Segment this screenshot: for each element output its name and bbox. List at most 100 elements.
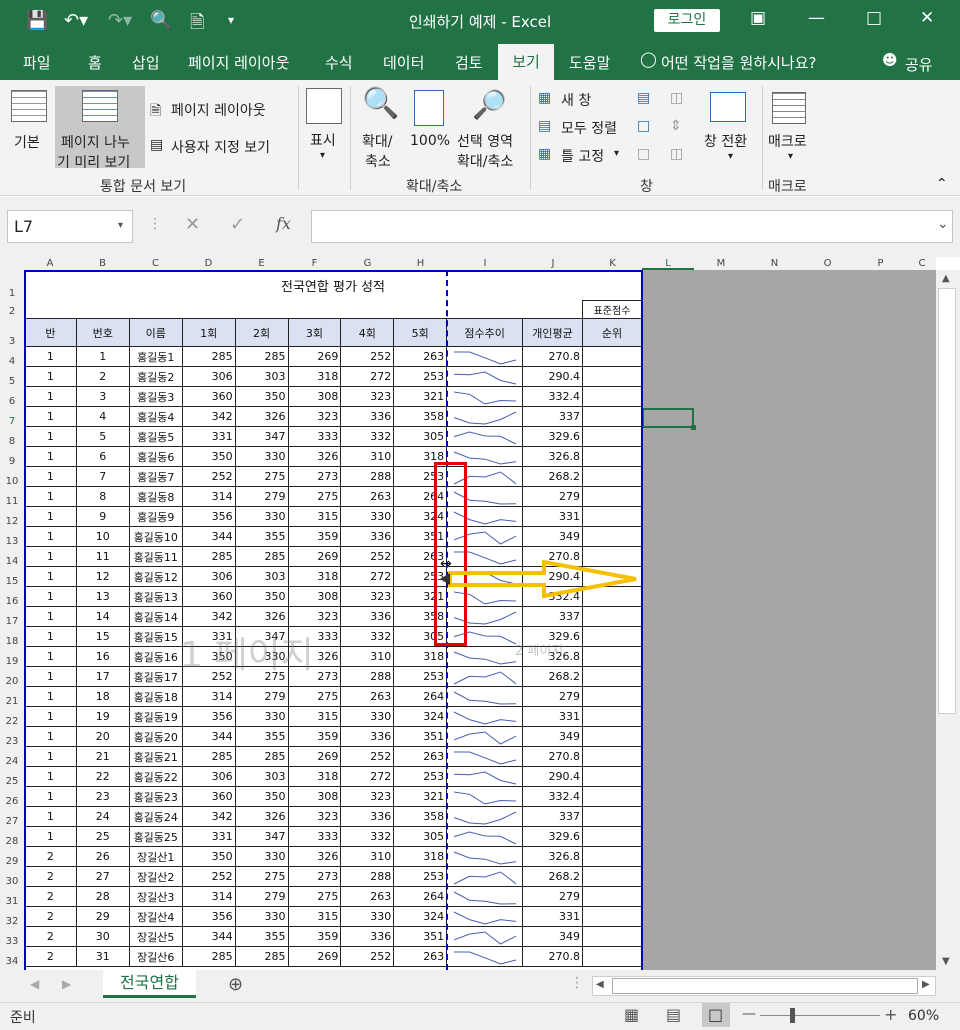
zoom-in-icon[interactable]: + bbox=[884, 1005, 897, 1024]
zoom-level[interactable]: 60% bbox=[908, 1008, 939, 1024]
expand-formula-icon[interactable]: ⌄ bbox=[937, 216, 949, 232]
column-header[interactable]: O bbox=[801, 257, 854, 270]
switch-windows-button[interactable]: 창 전환 bbox=[704, 131, 747, 151]
switch-windows-dropdown-icon[interactable]: ▾ bbox=[728, 151, 733, 162]
scroll-thumb[interactable] bbox=[938, 288, 956, 714]
macros-button[interactable]: 매크로 bbox=[768, 131, 807, 151]
row-header[interactable]: 24 bbox=[0, 748, 24, 768]
ribbon-display-icon[interactable]: ▣ bbox=[750, 8, 766, 28]
macros-dropdown-icon[interactable]: ▾ bbox=[788, 151, 793, 162]
arrange-all-button[interactable]: 모두 정렬 bbox=[561, 118, 617, 138]
row-header[interactable]: 26 bbox=[0, 788, 24, 808]
column-header[interactable]: A bbox=[24, 257, 76, 270]
splitter-icon[interactable]: ⋮ bbox=[570, 975, 584, 991]
tab-file[interactable]: 파일 bbox=[23, 52, 51, 73]
row-header[interactable]: 8 bbox=[0, 428, 24, 448]
column-header[interactable]: I bbox=[447, 257, 523, 270]
column-header[interactable]: D bbox=[182, 257, 235, 270]
unhide-icon[interactable]: □ bbox=[637, 146, 650, 162]
row-header[interactable]: 6 bbox=[0, 388, 24, 408]
column-header[interactable]: F bbox=[288, 257, 341, 270]
column-header[interactable]: N bbox=[748, 257, 801, 270]
row-header[interactable]: 10 bbox=[0, 468, 24, 488]
scroll-up-icon[interactable]: ▲ bbox=[942, 273, 950, 284]
row-header[interactable]: 27 bbox=[0, 808, 24, 828]
fill-handle[interactable] bbox=[691, 425, 696, 430]
freeze-dropdown-icon[interactable]: ▾ bbox=[614, 148, 619, 159]
row-header[interactable]: 21 bbox=[0, 688, 24, 708]
tell-me-box[interactable]: 어떤 작업을 원하시나요? bbox=[661, 52, 817, 73]
column-header[interactable]: H bbox=[394, 257, 447, 270]
enter-icon[interactable]: ✓ bbox=[230, 214, 245, 235]
zoom-slider-thumb[interactable] bbox=[790, 1008, 795, 1023]
row-header[interactable]: 13 bbox=[0, 528, 24, 548]
login-button[interactable]: 로그인 bbox=[654, 9, 720, 32]
tab-view[interactable]: 보기 bbox=[498, 44, 554, 80]
row-header[interactable]: 3 bbox=[0, 318, 24, 348]
column-header[interactable]: E bbox=[235, 257, 288, 270]
column-header[interactable]: J bbox=[523, 257, 583, 270]
custom-views-button[interactable]: 사용자 지정 보기 bbox=[171, 137, 270, 157]
normal-view-status-icon[interactable]: ▦ bbox=[624, 1005, 639, 1024]
row-header[interactable]: 29 bbox=[0, 848, 24, 868]
tab-help[interactable]: 도움말 bbox=[569, 52, 610, 73]
page-break-preview-button[interactable]: 페이지 나누 bbox=[61, 132, 130, 152]
next-sheet-icon[interactable]: ▶ bbox=[62, 977, 71, 991]
formula-input[interactable] bbox=[311, 210, 953, 243]
normal-view-button[interactable]: 기본 bbox=[14, 132, 40, 152]
scroll-left-icon[interactable]: ◀ bbox=[596, 979, 604, 990]
collapse-ribbon-icon[interactable]: ⌃ bbox=[936, 176, 948, 192]
row-header[interactable]: 23 bbox=[0, 728, 24, 748]
tab-formulas[interactable]: 수식 bbox=[325, 52, 353, 73]
zoom-slider[interactable] bbox=[760, 1015, 880, 1016]
row-header[interactable]: 30 bbox=[0, 868, 24, 888]
row-header[interactable]: 4 bbox=[0, 348, 24, 368]
page-layout-status-icon[interactable]: ▤ bbox=[666, 1005, 681, 1024]
zoom-out-icon[interactable]: — bbox=[742, 1006, 756, 1022]
column-header[interactable]: C bbox=[907, 257, 937, 270]
row-header[interactable]: 19 bbox=[0, 648, 24, 668]
split-icon[interactable]: ▤ bbox=[637, 90, 650, 106]
row-header[interactable]: 15 bbox=[0, 568, 24, 588]
h-scroll-thumb[interactable] bbox=[612, 978, 918, 994]
active-cell-L7[interactable] bbox=[642, 408, 694, 428]
row-header[interactable]: 1 bbox=[0, 270, 24, 300]
sheet-tab[interactable]: 전국연합 bbox=[103, 970, 196, 998]
show-button[interactable]: 표시 bbox=[310, 130, 336, 150]
row-header[interactable]: 25 bbox=[0, 768, 24, 788]
column-header[interactable]: C bbox=[129, 257, 182, 270]
prev-sheet-icon[interactable]: ◀ bbox=[30, 977, 39, 991]
show-dropdown-icon[interactable]: ▾ bbox=[320, 150, 325, 161]
minimize-icon[interactable]: — bbox=[808, 8, 825, 28]
row-header[interactable]: 9 bbox=[0, 448, 24, 468]
row-header[interactable]: 33 bbox=[0, 928, 24, 948]
sync-scroll-icon[interactable]: ⇕ bbox=[670, 118, 682, 134]
tab-page-layout[interactable]: 페이지 레이아웃 bbox=[188, 52, 289, 73]
row-header[interactable]: 20 bbox=[0, 668, 24, 688]
zoom-button[interactable]: 확대/ bbox=[362, 131, 392, 151]
row-header[interactable]: 16 bbox=[0, 588, 24, 608]
new-window-button[interactable]: 새 창 bbox=[561, 90, 591, 110]
tab-insert[interactable]: 삽입 bbox=[132, 52, 160, 73]
close-icon[interactable]: ✕ bbox=[920, 8, 934, 28]
page-layout-button[interactable]: 페이지 레이아웃 bbox=[171, 100, 266, 120]
share-button[interactable]: 공유 bbox=[905, 54, 933, 75]
row-header[interactable]: 28 bbox=[0, 828, 24, 848]
scroll-down-icon[interactable]: ▼ bbox=[942, 956, 950, 967]
column-header[interactable]: L bbox=[642, 257, 694, 270]
insert-function-icon[interactable]: fx bbox=[276, 214, 291, 233]
row-header[interactable]: 22 bbox=[0, 708, 24, 728]
cancel-icon[interactable]: ✕ bbox=[185, 214, 200, 235]
scroll-right-icon[interactable]: ▶ bbox=[922, 979, 930, 990]
maximize-icon[interactable]: □ bbox=[866, 8, 882, 28]
column-header[interactable]: B bbox=[76, 257, 129, 270]
row-header[interactable]: 32 bbox=[0, 908, 24, 928]
reset-position-icon[interactable]: ◫ bbox=[670, 146, 683, 162]
column-header[interactable]: M bbox=[694, 257, 748, 270]
row-header[interactable]: 14 bbox=[0, 548, 24, 568]
side-by-side-icon[interactable]: ◫ bbox=[670, 90, 683, 106]
row-header[interactable]: 7 bbox=[0, 408, 24, 428]
row-header[interactable]: 11 bbox=[0, 488, 24, 508]
row-header[interactable]: 12 bbox=[0, 508, 24, 528]
column-header[interactable]: K bbox=[583, 257, 642, 270]
